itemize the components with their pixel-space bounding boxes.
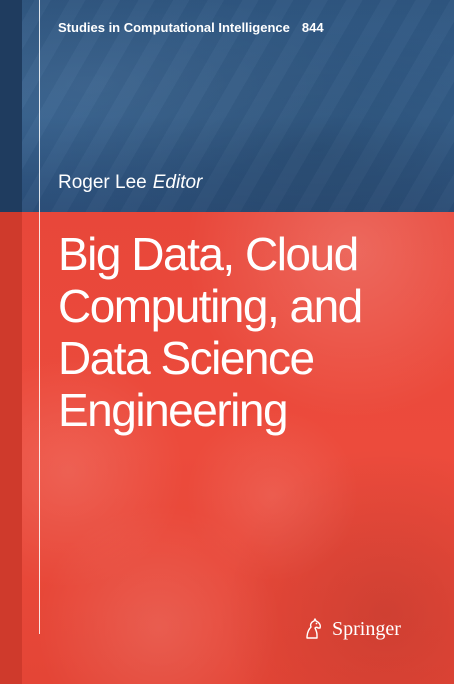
editor-name: Roger Lee [58,172,147,193]
editor-credit: Roger Lee Editor [58,172,202,194]
book-title-line: Engineering [58,384,289,436]
publisher-logo: Springer [302,617,401,641]
book-cover: Studies in Computational Intelligence 844… [0,0,454,684]
cover-spine-strip [0,0,22,684]
series-name: Studies in Computational Intelligence [58,20,290,35]
editor-role: Editor [152,172,203,193]
series-volume: 844 [301,20,324,35]
book-title-line: Big Data, Cloud [58,228,359,280]
book-title-line: Computing, and [58,280,363,332]
book-title: Big Data, Cloud Computing, and Data Scie… [58,228,438,436]
publisher-name: Springer [332,617,401,640]
series-title: Studies in Computational Intelligence 844 [58,20,324,35]
springer-horse-icon [302,617,326,641]
book-title-line: Data Science [58,332,315,384]
cover-guide-line [39,0,40,634]
